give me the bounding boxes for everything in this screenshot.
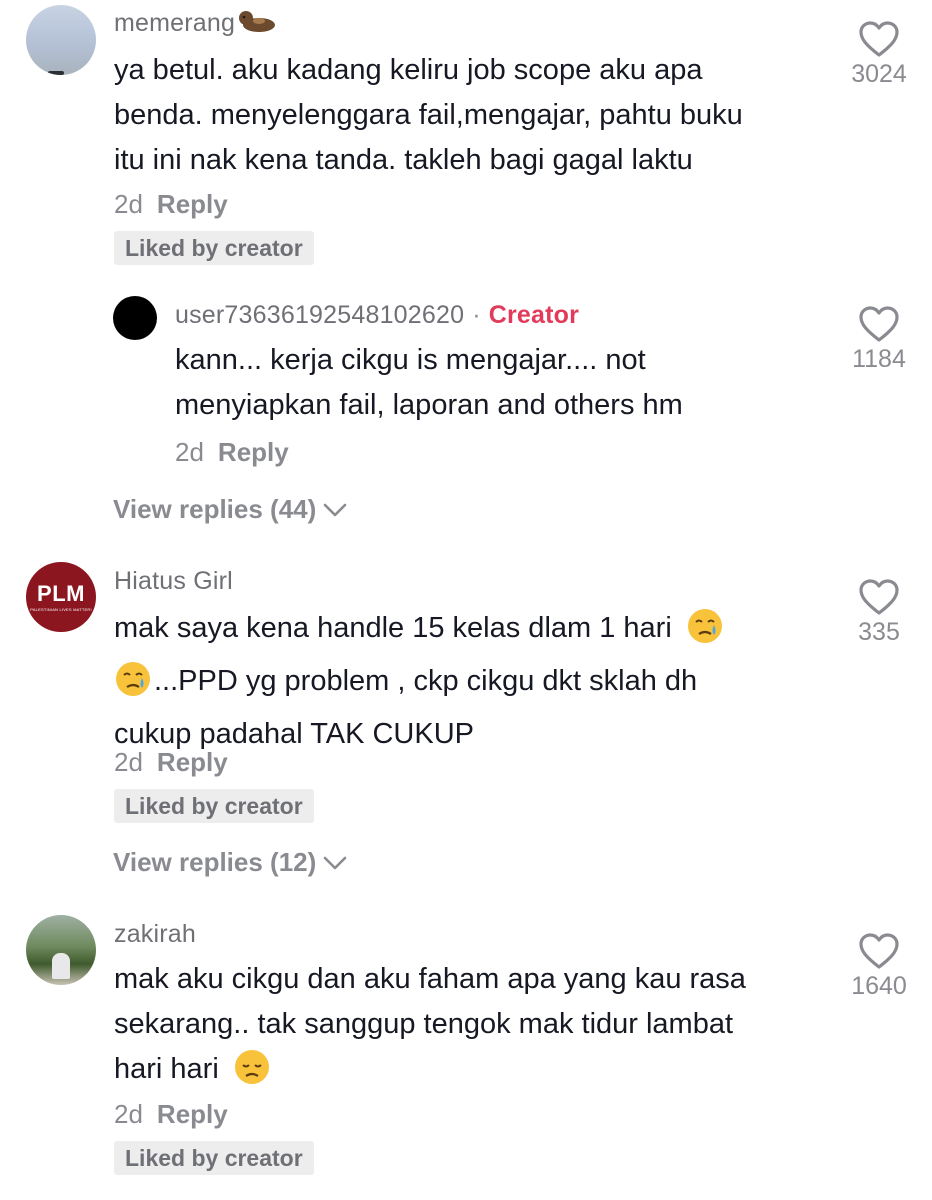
chevron-down-icon[interactable]	[322, 854, 348, 872]
comment-username[interactable]: zakirah	[114, 919, 196, 949]
reply-meta: 2d Reply	[175, 437, 289, 468]
like-button[interactable]: 3024	[834, 20, 924, 89]
heart-outline-icon[interactable]	[858, 305, 900, 343]
comment-text-line: ya betul. aku kadang keliru job scope ak…	[114, 54, 703, 86]
comment-text-segment: ...PPD yg problem , ckp cikgu dkt sklah …	[154, 665, 698, 697]
view-replies-button[interactable]: View replies (44)	[113, 494, 348, 525]
heart-outline-icon[interactable]	[858, 578, 900, 616]
liked-by-creator-badge: Liked by creator	[114, 231, 314, 265]
comment-meta: 2d Reply	[114, 747, 228, 778]
separator-dot: ·	[472, 301, 481, 329]
avatar-logo-subtext: PALESTINIAN LIVES MATTER!	[30, 607, 92, 612]
liked-by-creator-badge: Liked by creator	[114, 1141, 314, 1175]
comment-text: ya betul. aku kadang keliru job scope ak…	[114, 48, 834, 183]
heart-outline-icon[interactable]	[858, 20, 900, 58]
comment-text-segment: mak saya kena handle 15 kelas dlam 1 har…	[114, 612, 672, 644]
comment-username[interactable]: Hiatus Girl	[114, 566, 233, 596]
like-count: 1640	[851, 972, 907, 1000]
reply-time: 2d	[175, 437, 204, 467]
view-replies-label[interactable]: View replies (12)	[113, 847, 316, 878]
comment-text-line: benda. menyelenggara fail,mengajar, paht…	[114, 99, 743, 131]
comment-text-line: sekarang.. tak sanggup tengok mak tidur …	[114, 1008, 734, 1040]
disappointed-face-emoji	[233, 1048, 271, 1100]
comment-text-line: hari hari	[114, 1047, 834, 1100]
username-text[interactable]: memerang	[114, 9, 235, 37]
comment-text-line: ...PPD yg problem , ckp cikgu dkt sklah …	[114, 659, 834, 712]
avatar[interactable]	[113, 296, 157, 340]
avatar[interactable]: PLM PALESTINIAN LIVES MATTER!	[26, 562, 96, 632]
comment-time: 2d	[114, 189, 143, 219]
comment-text-segment: hari hari	[114, 1053, 219, 1085]
like-button[interactable]: 1640	[834, 932, 924, 1001]
avatar[interactable]	[26, 915, 96, 985]
heart-outline-icon[interactable]	[858, 932, 900, 970]
reply-text-line: kann... kerja cikgu is mengajar.... not	[175, 344, 646, 376]
like-count: 335	[858, 618, 900, 646]
like-count: 3024	[851, 60, 907, 88]
like-button[interactable]: 1184	[834, 305, 924, 374]
avatar-logo-text: PLM	[37, 581, 85, 606]
comment-text: mak saya kena handle 15 kelas dlam 1 har…	[114, 606, 834, 757]
comment-text: mak aku cikgu dan aku faham apa yang kau…	[114, 957, 834, 1100]
reply-button[interactable]: Reply	[157, 1099, 228, 1129]
reply-username[interactable]: user73636192548102620	[175, 301, 464, 329]
crying-face-emoji	[114, 660, 152, 712]
comment-text-line: mak aku cikgu dan aku faham apa yang kau…	[114, 963, 746, 995]
comment-meta: 2d Reply	[114, 189, 228, 220]
comment-text-line: mak saya kena handle 15 kelas dlam 1 har…	[114, 606, 834, 659]
reply-text: kann... kerja cikgu is mengajar.... not …	[175, 338, 825, 428]
chevron-down-icon[interactable]	[322, 501, 348, 519]
like-count: 1184	[852, 345, 906, 373]
reply-text-line: menyiapkan fail, laporan and others hm	[175, 389, 683, 421]
creator-tag: Creator	[488, 301, 580, 329]
view-replies-label[interactable]: View replies (44)	[113, 494, 316, 525]
comment-time: 2d	[114, 747, 143, 777]
reply-button[interactable]: Reply	[157, 189, 228, 219]
comment-username[interactable]: memerang	[114, 8, 277, 42]
comment-text-line: itu ini nak kena tanda. takleh bagi gaga…	[114, 144, 693, 176]
reply-button[interactable]: Reply	[218, 437, 289, 467]
reply-username-row: user73636192548102620 · Creator	[175, 300, 579, 330]
liked-by-creator-badge: Liked by creator	[114, 789, 314, 823]
reply-button[interactable]: Reply	[157, 747, 228, 777]
like-button[interactable]: 335	[834, 578, 924, 647]
avatar[interactable]	[26, 5, 96, 75]
crying-face-emoji	[686, 607, 724, 659]
comment-meta: 2d Reply	[114, 1099, 228, 1130]
comment-time: 2d	[114, 1099, 143, 1129]
view-replies-button[interactable]: View replies (12)	[113, 847, 348, 878]
otter-emoji	[237, 9, 277, 42]
